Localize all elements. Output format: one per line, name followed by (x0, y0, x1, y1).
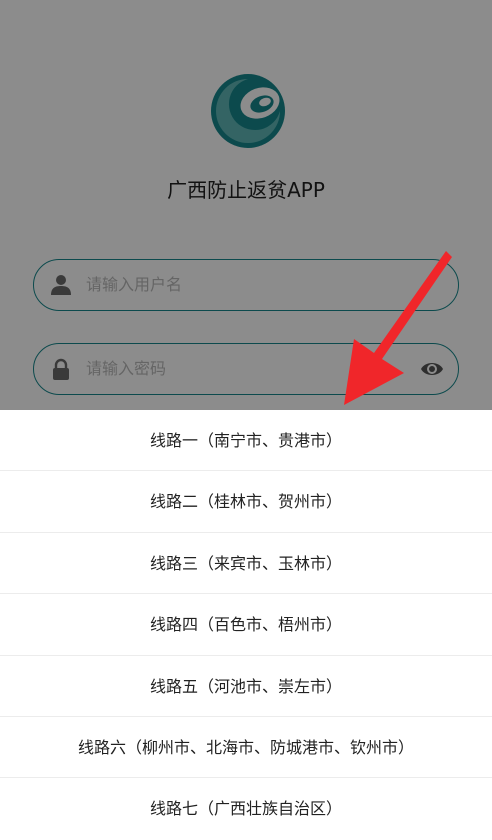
red-arrow-icon (344, 251, 452, 405)
route-option-1[interactable]: 线路一（南宁市、贵港市） (0, 410, 492, 472)
route-action-sheet: 线路一（南宁市、贵港市） 线路二（桂林市、贺州市） 线路三（来宾市、玉林市） 线… (0, 410, 492, 840)
route-option-2[interactable]: 线路二（桂林市、贺州市） (0, 471, 492, 533)
route-option-4[interactable]: 线路四（百色市、梧州市） (0, 594, 492, 656)
route-option-7[interactable]: 线路七（广西壮族自治区） (0, 778, 492, 839)
route-option-5[interactable]: 线路五（河池市、崇左市） (0, 656, 492, 717)
route-option-3[interactable]: 线路三（来宾市、玉林市） (0, 533, 492, 595)
route-option-6[interactable]: 线路六（柳州市、北海市、防城港市、钦州市） (0, 717, 492, 779)
